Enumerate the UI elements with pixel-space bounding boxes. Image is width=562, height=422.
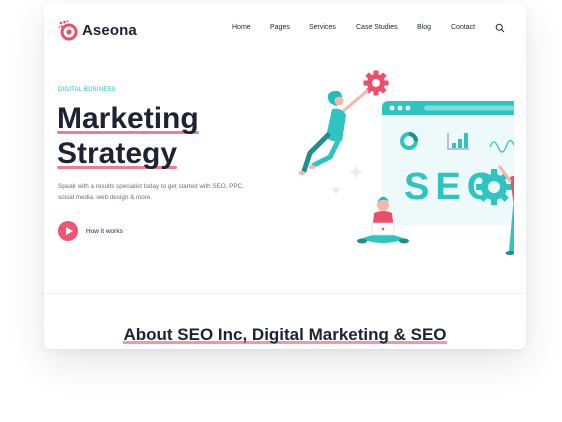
hero-title-text-2: Strategy xyxy=(57,137,178,170)
window-dot xyxy=(397,105,403,111)
hero-eyebrow: DIGITAL BUSINESS xyxy=(58,87,116,93)
hero-title-text-1: Marketing xyxy=(57,102,199,135)
seo-illustration: SEO xyxy=(298,70,514,255)
flying-person-illustration xyxy=(298,89,369,175)
window-dot xyxy=(389,105,395,111)
nav-item-services[interactable]: Services xyxy=(309,24,336,31)
address-bar xyxy=(424,105,514,111)
how-it-works-link[interactable]: How it works xyxy=(86,228,123,235)
play-icon xyxy=(65,227,73,235)
main-nav: Home Pages Services Case Studies Blog Co… xyxy=(44,24,526,38)
about-section-title: About SEO Inc, Digital Marketing & SEO xyxy=(44,325,526,345)
hero-title-line-1: Marketing xyxy=(57,101,199,136)
nav-item-case-studies[interactable]: Case Studies xyxy=(356,24,398,31)
about-title-wrap: About SEO Inc, Digital Marketing & SEO xyxy=(123,325,447,345)
nav-item-blog[interactable]: Blog xyxy=(417,24,431,31)
hero-description: Speak with a results specialist today to… xyxy=(58,183,244,201)
play-button[interactable] xyxy=(58,221,78,241)
page-card: Aseona Home Pages Services Case Studies … xyxy=(44,3,526,349)
nav-item-pages[interactable]: Pages xyxy=(270,24,290,31)
window-dot xyxy=(405,105,411,111)
search-icon[interactable] xyxy=(495,23,505,33)
section-divider xyxy=(44,293,526,294)
hero-title-line-2: Strategy xyxy=(57,136,178,171)
hero-title: Marketing Strategy xyxy=(57,101,199,171)
nav-item-contact[interactable]: Contact xyxy=(451,24,475,31)
nav-item-home[interactable]: Home xyxy=(232,24,251,31)
about-title-text: About SEO Inc, Digital Marketing & SEO xyxy=(123,325,447,344)
